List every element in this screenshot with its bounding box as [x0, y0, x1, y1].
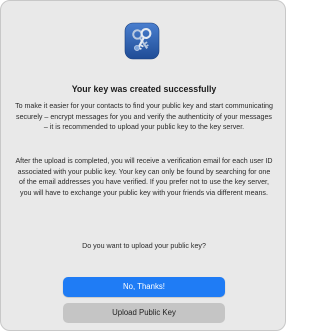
keys-icon: [124, 22, 160, 60]
upload-question: Do you want to upload your public key?: [82, 242, 206, 250]
dialog-title: Your key was created successfully: [71, 84, 217, 94]
verification-paragraph: After the upload is completed, you will …: [15, 157, 273, 197]
no-thanks-button[interactable]: No, Thanks!: [63, 277, 225, 297]
gpg-keychain-app-icon: [124, 22, 160, 60]
key-created-dialog: Your key was created successfully To mak…: [0, 0, 286, 331]
upload-public-key-button[interactable]: Upload Public Key: [63, 303, 225, 323]
recommendation-paragraph: To make it easier for your contacts to f…: [15, 102, 273, 132]
